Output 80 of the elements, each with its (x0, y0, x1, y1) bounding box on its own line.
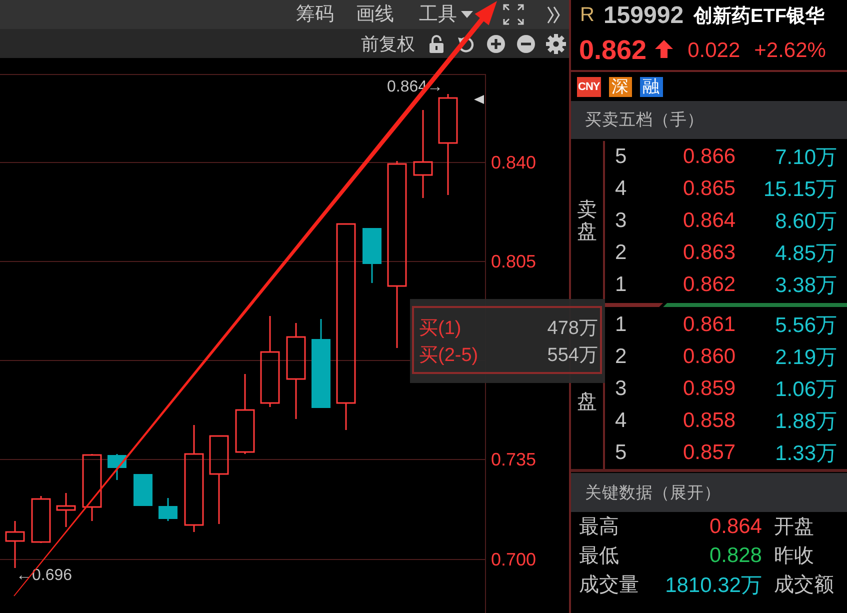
order-price: 0.860 (683, 345, 737, 369)
side-label: 卖盘 (577, 199, 597, 243)
toolbar-button[interactable]: 筹码 (296, 5, 334, 24)
stat-value: 1810.32万 (664, 572, 762, 598)
order-volume: 3.38万 (775, 273, 837, 299)
order-volume: 8.60万 (775, 209, 837, 235)
order-price: 0.864 (683, 209, 737, 233)
double-chevron-icon[interactable] (547, 6, 560, 24)
market-tag: 融 (640, 76, 663, 96)
last-price: 0.862 (579, 35, 647, 66)
order-level: 5 (615, 441, 628, 465)
stat-label: 成交额 (773, 573, 835, 598)
percent-change: +2.62% (754, 38, 826, 62)
order-volume: 7.10万 (775, 145, 837, 171)
candle (5, 521, 25, 568)
price-adjustment-button[interactable]: 前复权 (361, 34, 415, 52)
tooltip-value: 478万 (547, 316, 598, 340)
current-price-marker-icon (474, 95, 484, 104)
order-level: 4 (615, 409, 628, 433)
settings-gear-icon[interactable] (546, 34, 566, 54)
section-header[interactable]: 关键数据（展开） (571, 473, 847, 512)
order-volume: 1.33万 (775, 441, 837, 467)
candle (134, 474, 152, 506)
order-price: 0.866 (683, 145, 737, 169)
lock-icon[interactable] (428, 34, 445, 52)
order-level: 3 (615, 209, 628, 233)
order-level: 4 (615, 177, 628, 201)
order-price: 0.858 (683, 409, 737, 433)
side-label: 盘 (577, 391, 597, 413)
order-price: 0.865 (683, 177, 737, 201)
order-level: 2 (615, 241, 628, 265)
candle (158, 498, 178, 521)
order-volume: 5.56万 (775, 313, 837, 339)
order-level: 3 (615, 377, 628, 401)
price-axis-label: 0.700 (491, 550, 536, 570)
order-price: 0.862 (683, 273, 737, 297)
tooltip-label: 买(1) (419, 316, 462, 340)
caret-icon (461, 11, 473, 18)
plus-circle-icon[interactable] (487, 34, 505, 52)
stat-label: 最高 (579, 515, 620, 540)
stat-label: 昨收 (773, 544, 815, 569)
market-label: R (580, 4, 594, 27)
order-level: 1 (615, 313, 628, 337)
market-tag: 深 (608, 76, 632, 96)
price-change: 0.022 (688, 38, 740, 62)
tooltip-value: 554万 (547, 344, 598, 368)
toolbar-button[interactable]: 画线 (356, 5, 394, 24)
stock-name: 创新药ETF银华 (694, 4, 824, 28)
section-header: 买卖五档（手） (571, 101, 847, 139)
market-tag: CNY (577, 76, 601, 96)
candle (31, 496, 51, 543)
minus-circle-icon[interactable] (517, 34, 535, 52)
tooltip-label: 买(2-5) (419, 344, 478, 368)
order-level: 1 (615, 273, 628, 297)
price-axis-label: 0.840 (491, 152, 536, 172)
order-volume: 2.19万 (775, 345, 837, 371)
stat-label: 开盘 (773, 515, 815, 540)
order-price: 0.863 (683, 241, 737, 265)
order-volume: 4.85万 (775, 241, 837, 267)
tools-dropdown[interactable]: 工具 (419, 5, 473, 24)
order-price: 0.859 (683, 377, 737, 401)
stat-value: 0.864 (708, 514, 762, 538)
expand-arrows-icon[interactable] (503, 4, 524, 25)
order-volume: 1.88万 (775, 409, 837, 435)
order-price: 0.857 (683, 441, 737, 465)
stat-label: 最低 (579, 544, 620, 569)
candle (362, 228, 382, 283)
order-price: 0.861 (683, 313, 737, 337)
order-volume: 1.06万 (775, 377, 837, 403)
price-axis-label: 0.805 (491, 252, 536, 272)
stat-value: 0.828 (708, 544, 762, 568)
order-level: 5 (615, 145, 628, 169)
candle (56, 493, 76, 527)
candle (108, 454, 126, 480)
stat-label: 成交量 (579, 573, 640, 598)
order-volume: 15.15万 (763, 177, 837, 203)
stock-code: 159992 (603, 2, 684, 30)
candle (82, 454, 102, 521)
order-level: 2 (615, 345, 628, 369)
price-axis-label: 0.735 (491, 450, 536, 470)
